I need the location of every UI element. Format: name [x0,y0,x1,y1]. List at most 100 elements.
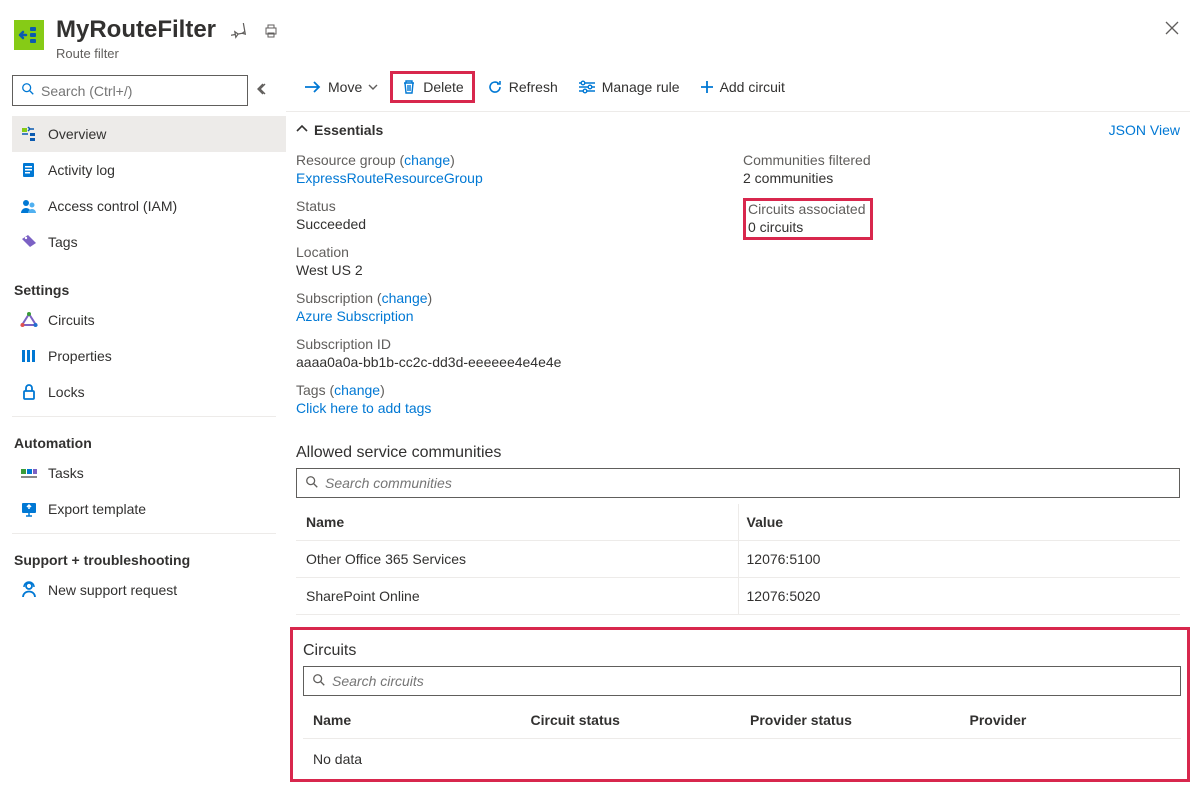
sidebar-item-tags[interactable]: Tags [12,224,286,260]
subscription-value[interactable]: Azure Subscription [296,308,743,324]
sidebar-item-locks[interactable]: Locks [12,374,286,410]
sidebar-item-label: Export template [48,501,146,517]
col-name[interactable]: Name [303,702,523,739]
refresh-icon [487,79,503,95]
col-value[interactable]: Value [738,504,1180,541]
circuits-associated-value: 0 circuits [748,219,866,235]
sidebar-item-export-template[interactable]: Export template [12,491,286,527]
search-icon [21,82,35,99]
tags-value[interactable]: Click here to add tags [296,400,743,416]
tags-label: Tags (change) [296,382,743,398]
sidebar-search-input[interactable] [41,83,239,99]
close-icon[interactable] [1160,16,1184,43]
subscription-id-value: aaaa0a0a-bb1b-cc2c-dd3d-eeeeee4e4e4e [296,354,743,370]
page-title: MyRouteFilter [56,16,216,44]
resource-group-label: Resource group (change) [296,152,743,168]
sidebar-item-tasks[interactable]: Tasks [12,455,286,491]
resource-type-icon [14,20,44,50]
tags-change-link[interactable]: change [334,382,380,398]
essentials-toggle[interactable] [296,122,308,138]
circuits-table: Name Circuit status Provider status Prov… [303,702,1181,739]
location-value: West US 2 [296,262,743,278]
sidebar-item-label: Tags [48,234,78,250]
tags-icon [20,233,38,251]
table-row[interactable]: SharePoint Online 12076:5020 [296,578,1180,615]
json-view-link[interactable]: JSON View [1109,122,1190,138]
sidebar-item-label: Tasks [48,465,84,481]
communities-label: Communities filtered [743,152,1190,168]
export-template-icon [20,500,38,518]
print-icon[interactable] [262,22,280,40]
circuits-icon [20,311,38,329]
properties-icon [20,347,38,365]
search-circuits[interactable] [303,666,1181,696]
support-icon [20,581,38,599]
resource-group-change-link[interactable]: change [404,152,450,168]
search-icon [305,475,319,492]
sidebar-item-new-support-request[interactable]: New support request [12,572,286,608]
essentials-label: Essentials [314,122,383,138]
subscription-change-link[interactable]: change [382,290,428,306]
move-icon [304,80,322,94]
sidebar-item-label: Overview [48,126,106,142]
sidebar-item-activity-log[interactable]: Activity log [12,152,286,188]
add-circuit-label: Add circuit [720,79,785,95]
circuits-no-data: No data [303,739,1181,779]
sidebar-item-label: Access control (IAM) [48,198,177,214]
refresh-button[interactable]: Refresh [479,74,566,100]
add-icon [700,80,714,94]
sidebar-item-label: Properties [48,348,112,364]
delete-button[interactable]: Delete [390,71,474,103]
circuits-title: Circuits [303,636,1181,666]
subscription-label: Subscription (change) [296,290,743,306]
circuits-associated-label: Circuits associated [748,201,866,217]
move-label: Move [328,79,362,95]
add-circuit-button[interactable]: Add circuit [692,74,793,100]
allowed-communities-table: Name Value Other Office 365 Services 120… [296,504,1180,615]
allowed-communities-title: Allowed service communities [296,438,1190,468]
status-label: Status [296,198,743,214]
sidebar-item-label: Circuits [48,312,95,328]
search-circuits-input[interactable] [332,673,1172,689]
table-row[interactable]: Other Office 365 Services 12076:5100 [296,541,1180,578]
sidebar-item-circuits[interactable]: Circuits [12,302,286,338]
overview-icon [20,125,38,143]
move-button[interactable]: Move [296,74,386,100]
col-circuit-status[interactable]: Circuit status [523,702,743,739]
communities-value: 2 communities [743,170,1190,186]
manage-rule-label: Manage rule [602,79,680,95]
location-label: Location [296,244,743,260]
sidebar-item-label: Locks [48,384,85,400]
status-value: Succeeded [296,216,743,232]
sidebar-section-support: Support + troubleshooting [12,533,276,572]
search-communities[interactable] [296,468,1180,498]
page-subtitle: Route filter [56,46,216,61]
subscription-id-label: Subscription ID [296,336,743,352]
sidebar-item-access-control[interactable]: Access control (IAM) [12,188,286,224]
pin-icon[interactable] [230,22,248,40]
refresh-label: Refresh [509,79,558,95]
sidebar-item-overview[interactable]: Overview [12,116,286,152]
collapse-sidebar-icon[interactable] [248,82,278,99]
search-communities-input[interactable] [325,475,1171,491]
sidebar-item-properties[interactable]: Properties [12,338,286,374]
sidebar-section-settings: Settings [12,264,276,302]
col-name[interactable]: Name [296,504,738,541]
chevron-down-icon [368,79,378,95]
circuits-highlight: Circuits Name Circuit status Provider st… [290,627,1190,782]
col-provider-status[interactable]: Provider status [742,702,962,739]
manage-rule-button[interactable]: Manage rule [570,74,688,100]
tasks-icon [20,464,38,482]
manage-rule-icon [578,80,596,94]
resource-group-value[interactable]: ExpressRouteResourceGroup [296,170,743,186]
search-icon [312,673,326,690]
col-provider[interactable]: Provider [962,702,1182,739]
sidebar-item-label: Activity log [48,162,115,178]
locks-icon [20,383,38,401]
sidebar-section-automation: Automation [12,416,276,455]
sidebar-item-label: New support request [48,582,177,598]
sidebar-search[interactable] [12,75,248,106]
activity-log-icon [20,161,38,179]
circuits-associated-highlight: Circuits associated 0 circuits [743,198,873,240]
delete-icon [401,79,417,95]
